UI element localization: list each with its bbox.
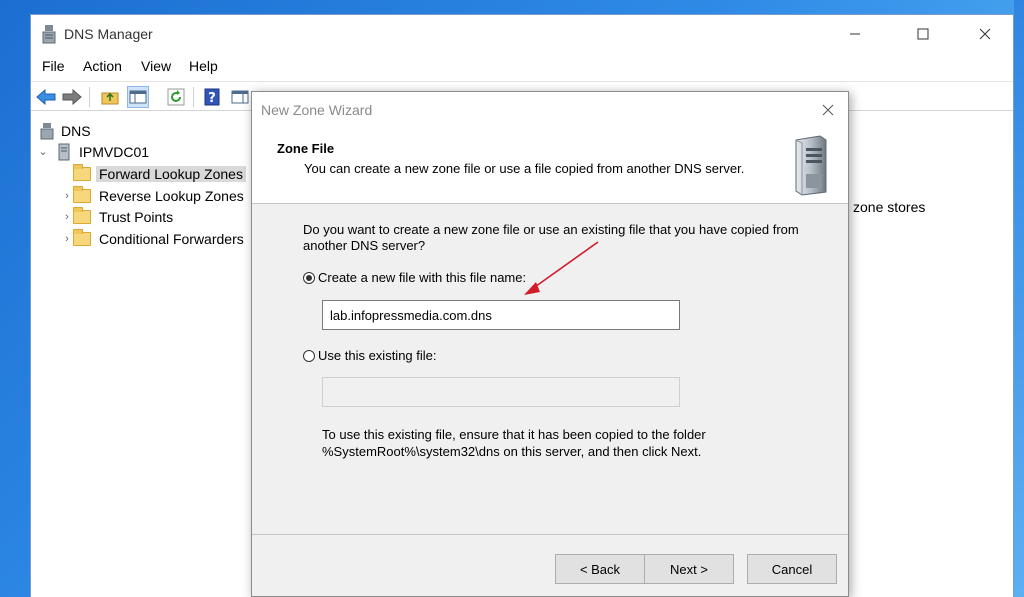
back-button[interactable] — [35, 86, 57, 108]
show-hide-tree-icon — [129, 90, 147, 104]
info-line: To use this existing file, ensure that i… — [322, 427, 706, 442]
footer-divider — [252, 534, 848, 535]
show-hide-tree-button[interactable] — [127, 86, 149, 108]
new-file-name-input[interactable] — [322, 300, 680, 330]
menu-view[interactable]: View — [141, 58, 171, 74]
console-tree: DNS ⌄ IPMVDC01 Forward Lookup Zones › Re… — [31, 115, 253, 597]
question-line: another DNS server? — [303, 238, 426, 253]
help-icon: ? — [204, 88, 220, 106]
up-folder-icon — [101, 92, 119, 105]
tree-item-label: Trust Points — [99, 208, 174, 225]
toolbar-separator — [193, 87, 194, 107]
chevron-right-icon[interactable]: › — [61, 233, 73, 245]
forward-button[interactable] — [61, 86, 83, 108]
menu-bar: File Action View Help — [31, 55, 1013, 79]
desktop-edge — [1014, 0, 1024, 597]
wizard-header: Zone File You can create a new zone file… — [252, 126, 848, 204]
dns-server-icon — [42, 25, 56, 44]
use-existing-file-option[interactable]: Use this existing file: — [303, 348, 437, 363]
existing-file-input[interactable] — [322, 377, 680, 407]
create-new-file-option[interactable]: Create a new file with this file name: — [303, 270, 526, 285]
folder-icon — [73, 185, 91, 203]
back-button[interactable]: < Back — [555, 554, 645, 584]
results-pane-text: zone stores — [853, 199, 926, 215]
tree-item-label: DNS — [61, 122, 91, 139]
menu-file[interactable]: File — [42, 58, 65, 74]
refresh-icon — [167, 88, 185, 106]
tree-item-label: Reverse Lookup Zones — [99, 187, 244, 204]
svg-text:?: ? — [208, 91, 216, 106]
maximize-icon — [917, 28, 929, 40]
back-arrow-icon — [36, 89, 56, 105]
window-title: DNS Manager — [64, 26, 153, 42]
zone-file-question: Do you want to create a new zone file or… — [303, 222, 803, 254]
tree-item-label: Forward Lookup Zones — [96, 165, 246, 182]
dns-icon — [40, 122, 54, 139]
wizard-body: Do you want to create a new zone file or… — [252, 204, 848, 534]
cancel-button[interactable]: Cancel — [747, 554, 837, 584]
properties-icon — [231, 90, 249, 104]
wizard-page-heading: Zone File — [277, 141, 335, 156]
toolbar-separator — [89, 87, 90, 107]
folder-icon — [73, 228, 91, 246]
new-zone-wizard-dialog: New Zone Wizard Zone File You can create… — [251, 91, 849, 597]
tree-item-trust-points[interactable]: › Trust Points — [61, 206, 173, 227]
tree-item-label: Conditional Forwarders — [99, 230, 244, 247]
chevron-right-icon[interactable]: › — [61, 211, 73, 223]
server-icon — [58, 143, 70, 160]
help-button[interactable]: ? — [201, 86, 223, 108]
create-new-file-label: Create a new file with this file name: — [318, 270, 527, 285]
close-button[interactable] — [962, 15, 1008, 53]
folder-icon — [73, 163, 91, 181]
minimize-icon — [850, 33, 860, 35]
use-existing-file-radio[interactable] — [303, 349, 315, 362]
tree-item-server[interactable]: ⌄ IPMVDC01 — [37, 141, 149, 162]
maximize-button[interactable] — [900, 15, 946, 53]
tree-item-label: IPMVDC01 — [79, 143, 150, 160]
folder-icon — [73, 206, 91, 224]
wizard-close-button[interactable] — [818, 100, 838, 120]
use-existing-file-label: Use this existing file: — [318, 348, 437, 363]
menu-action[interactable]: Action — [83, 58, 122, 74]
create-new-file-radio[interactable] — [303, 271, 315, 284]
minimize-button[interactable] — [832, 15, 878, 53]
info-line: %SystemRoot%\system32\dns on this server… — [322, 444, 702, 459]
tree-item-conditional-forwarders[interactable]: › Conditional Forwarders — [61, 228, 244, 249]
close-icon — [822, 104, 834, 116]
server-tower-icon — [795, 135, 827, 196]
up-folder-button[interactable] — [99, 86, 121, 108]
tree-item-reverse-lookup-zones[interactable]: › Reverse Lookup Zones — [61, 185, 244, 206]
menu-help[interactable]: Help — [189, 58, 218, 74]
chevron-down-icon[interactable]: ⌄ — [37, 145, 49, 158]
existing-file-info: To use this existing file, ensure that i… — [322, 426, 742, 460]
question-line: Do you want to create a new zone file or… — [303, 222, 799, 237]
tree-item-forward-lookup-zones[interactable]: Forward Lookup Zones — [61, 163, 246, 184]
wizard-page-subheading: You can create a new zone file or use a … — [304, 161, 745, 176]
properties-button[interactable] — [229, 86, 251, 108]
close-icon — [979, 28, 991, 40]
refresh-button[interactable] — [165, 86, 187, 108]
next-button[interactable]: Next > — [644, 554, 734, 584]
wizard-title-bar: New Zone Wizard — [252, 92, 848, 126]
chevron-right-icon[interactable]: › — [61, 190, 73, 202]
title-bar: DNS Manager — [31, 15, 1013, 53]
forward-arrow-icon — [62, 89, 82, 105]
wizard-title: New Zone Wizard — [261, 102, 373, 118]
tree-item-dns[interactable]: DNS — [39, 120, 91, 141]
